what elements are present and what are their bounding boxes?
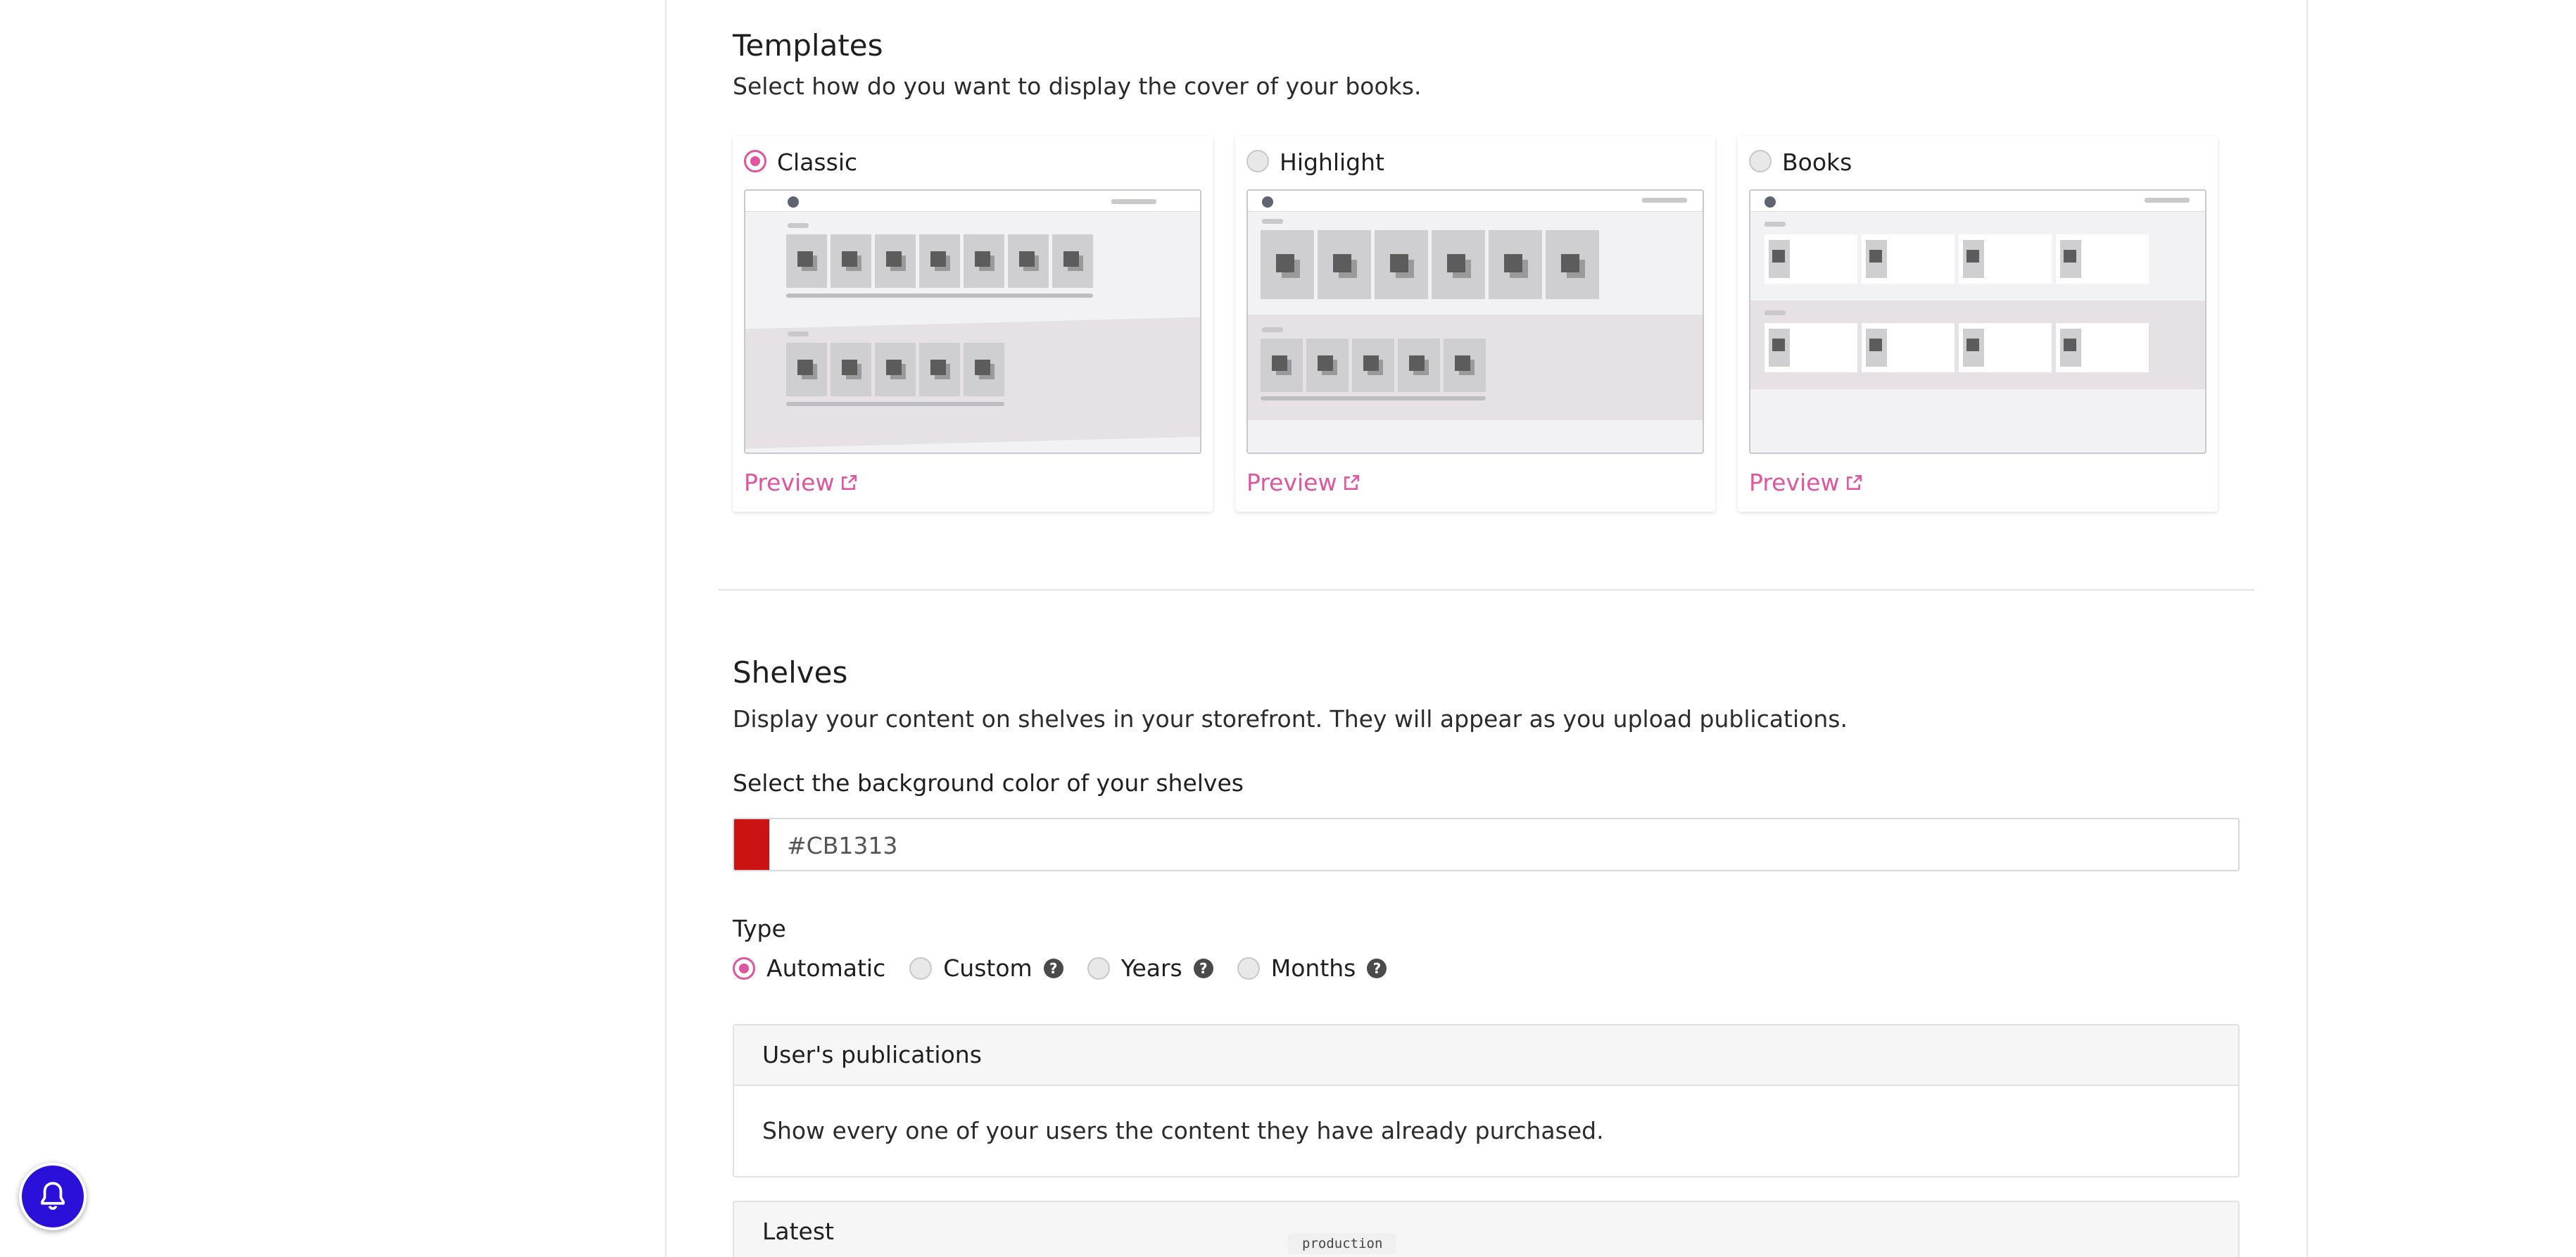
template-label-highlight: Highlight <box>1280 149 1384 176</box>
help-icon[interactable]: ? <box>1193 958 1213 978</box>
type-label: Type <box>733 915 786 942</box>
template-card-classic[interactable]: Classic Preview <box>733 136 1213 512</box>
type-option-years[interactable]: Years ? <box>1087 954 1213 982</box>
external-link-icon <box>842 474 857 490</box>
shelf-panel-users-publications[interactable]: User's publications Show every one of yo… <box>733 1024 2240 1177</box>
type-option-label: Automatic <box>766 954 886 982</box>
shelf-color-label: Select the background color of your shel… <box>733 769 1244 797</box>
template-radio-books[interactable] <box>1749 150 1772 172</box>
shelf-panel-header[interactable]: Latest <box>734 1202 2238 1257</box>
shelf-panel-body: Show every one of your users the content… <box>734 1086 2238 1176</box>
shelf-panel-latest[interactable]: Latest <box>733 1201 2240 1257</box>
template-radio-classic[interactable] <box>744 150 766 172</box>
type-option-label: Months <box>1270 954 1356 982</box>
type-option-label: Years <box>1120 954 1182 982</box>
templates-title: Templates <box>733 28 883 63</box>
bell-icon <box>41 1182 65 1210</box>
section-divider <box>719 589 2254 590</box>
type-radio-years[interactable] <box>1087 956 1110 980</box>
preview-link-label: Preview <box>1246 469 1337 496</box>
templates-subtitle: Select how do you want to display the co… <box>733 72 1422 100</box>
shelf-panel-header[interactable]: User's publications <box>734 1025 2238 1086</box>
template-thumbnail-books <box>1749 189 2206 454</box>
template-preview-link-highlight[interactable]: Preview <box>1246 469 1360 496</box>
template-preview-link-books[interactable]: Preview <box>1749 469 1863 496</box>
help-icon[interactable]: ? <box>1043 958 1063 978</box>
type-option-months[interactable]: Months ? <box>1237 954 1387 982</box>
shelves-subtitle: Display your content on shelves in your … <box>733 705 1848 733</box>
shelves-title: Shelves <box>733 655 848 690</box>
type-radio-custom[interactable] <box>909 956 933 980</box>
template-card-books[interactable]: Books Preview <box>1738 136 2218 512</box>
shelf-type-radio-group: Automatic Custom ? Years ? Months ? <box>733 954 1410 982</box>
template-label-classic: Classic <box>777 149 858 176</box>
template-preview-link-classic[interactable]: Preview <box>744 469 858 496</box>
type-option-custom[interactable]: Custom ? <box>909 954 1063 982</box>
template-radio-highlight[interactable] <box>1246 150 1269 172</box>
external-link-icon <box>1344 474 1360 490</box>
shelf-panel-title: Latest <box>762 1218 834 1245</box>
type-option-label: Custom <box>943 954 1033 982</box>
type-radio-automatic[interactable] <box>733 956 755 980</box>
help-icon[interactable]: ? <box>1367 958 1387 978</box>
preview-link-label: Preview <box>744 469 835 496</box>
type-radio-months[interactable] <box>1237 956 1260 980</box>
template-thumbnail-classic <box>744 189 1201 454</box>
type-option-automatic[interactable]: Automatic <box>733 954 885 982</box>
notifications-button[interactable] <box>19 1163 87 1230</box>
color-swatch[interactable] <box>734 819 769 870</box>
external-link-icon <box>1847 474 1862 490</box>
environment-badge: production <box>1288 1233 1397 1254</box>
preview-link-label: Preview <box>1749 469 1840 496</box>
shelf-panel-description: Show every one of your users the content… <box>762 1117 1604 1144</box>
color-value-text: #CB1313 <box>787 832 898 859</box>
shelf-panel-title: User's publications <box>762 1041 982 1068</box>
template-thumbnail-highlight <box>1246 189 1704 454</box>
template-label-books: Books <box>1782 149 1852 176</box>
template-card-highlight[interactable]: Highlight Preview <box>1235 136 1715 512</box>
page: Templates Select how do you want to disp… <box>0 0 2576 1257</box>
shelf-color-input[interactable]: #CB1313 <box>733 818 2240 871</box>
